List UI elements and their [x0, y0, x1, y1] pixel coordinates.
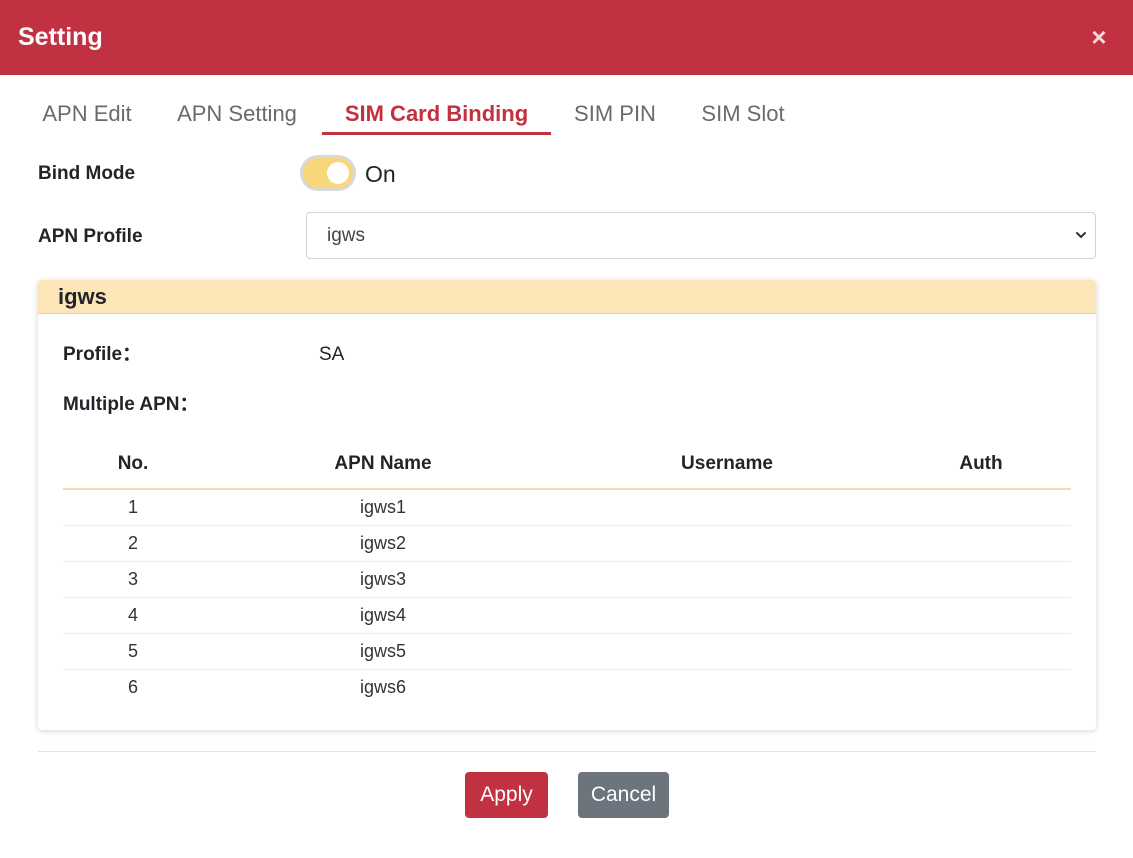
table-row: 1 igws1	[63, 489, 1071, 526]
table-row: 3 igws3	[63, 561, 1071, 598]
cell-username	[563, 489, 891, 526]
profile-card-header: igws	[38, 280, 1096, 314]
cancel-button[interactable]: Cancel	[578, 772, 669, 818]
tab-sim-slot[interactable]: SIM Slot	[698, 96, 788, 132]
column-header-no: No.	[63, 440, 203, 490]
cell-apn-name: igws3	[203, 561, 563, 598]
bind-mode-toggle[interactable]	[303, 158, 353, 188]
apn-table: No. APN Name Username Auth 1 igws1 2 igw…	[63, 440, 1071, 705]
cell-auth	[891, 489, 1071, 526]
dialog-header: Setting ×	[0, 0, 1133, 75]
multiple-apn-label: Multiple APN：	[63, 394, 199, 415]
cell-auth	[891, 633, 1071, 670]
close-icon[interactable]: ×	[1084, 20, 1114, 54]
cell-auth	[891, 525, 1071, 562]
cell-username	[563, 561, 891, 598]
column-header-username: Username	[563, 440, 891, 490]
profile-card-title: igws	[58, 284, 107, 309]
dialog-title: Setting	[18, 23, 103, 51]
toggle-knob	[327, 162, 349, 184]
profile-card: igws Profile： SA Multiple APN： No. APN N…	[38, 280, 1096, 730]
cell-no: 3	[63, 561, 203, 598]
footer-divider	[38, 751, 1096, 752]
cell-username	[563, 633, 891, 670]
tab-sim-pin[interactable]: SIM PIN	[571, 96, 659, 132]
chevron-down-icon	[1076, 232, 1086, 238]
cell-apn-name: igws4	[203, 597, 563, 634]
apply-button[interactable]: Apply	[465, 772, 548, 818]
cell-no: 2	[63, 525, 203, 562]
tab-sim-card-binding[interactable]: SIM Card Binding	[322, 96, 551, 135]
table-row: 2 igws2	[63, 525, 1071, 562]
cell-no: 4	[63, 597, 203, 634]
profile-value: SA	[319, 344, 345, 365]
cell-username	[563, 525, 891, 562]
cell-no: 6	[127, 677, 138, 697]
apn-profile-label: APN Profile	[38, 226, 143, 247]
cell-auth	[891, 561, 1071, 598]
cell-auth	[891, 670, 1071, 706]
table-header-row: No. APN Name Username Auth	[63, 440, 1071, 490]
apn-profile-selected-value: igws	[327, 225, 366, 246]
column-header-auth: Auth	[891, 440, 1071, 490]
table-row: 5 igws5	[63, 633, 1071, 670]
cell-apn-name: igws6	[359, 677, 407, 697]
cell-apn-name: igws5	[203, 633, 563, 670]
table-row: 4 igws4	[63, 597, 1071, 634]
cell-apn-name: igws2	[203, 525, 563, 562]
apn-profile-select[interactable]: igws	[306, 212, 1096, 259]
bind-mode-state: On	[365, 161, 396, 187]
cell-apn-name: igws1	[203, 489, 563, 526]
table-row: 6 igws6	[63, 670, 1071, 706]
bind-mode-label: Bind Mode	[38, 163, 136, 184]
profile-label: Profile：	[63, 344, 142, 365]
cell-username	[563, 670, 891, 706]
column-header-apn-name: APN Name	[203, 440, 563, 490]
cell-no: 1	[63, 489, 203, 526]
cell-username	[563, 597, 891, 634]
tab-apn-setting[interactable]: APN Setting	[172, 96, 302, 132]
cell-auth	[891, 597, 1071, 634]
cell-no: 5	[63, 633, 203, 670]
tab-apn-edit[interactable]: APN Edit	[39, 96, 135, 132]
